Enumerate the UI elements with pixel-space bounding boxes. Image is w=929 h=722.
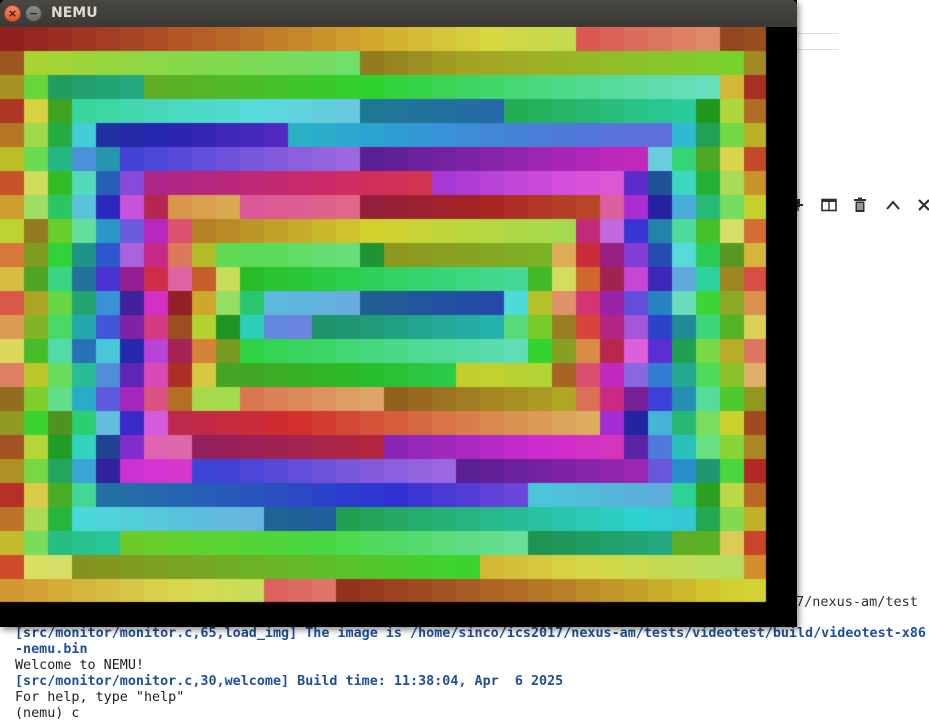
- close-icon: ×: [7, 7, 18, 20]
- window-close-button[interactable]: ×: [4, 5, 21, 22]
- close-icon[interactable]: [914, 195, 929, 215]
- video-test-screen[interactable]: [0, 27, 797, 627]
- terminal-output[interactable]: [src/monitor/monitor.c,65,load_img] The …: [15, 626, 929, 722]
- terminal-line: [src/monitor/monitor.c,65,load_img] The …: [15, 626, 926, 641]
- terminal-line: -nemu.bin: [15, 642, 88, 657]
- background-path-text: 7/nexus-am/test: [796, 594, 918, 610]
- background-divider: [796, 33, 838, 34]
- window-titlebar[interactable]: × − NEMU: [0, 0, 797, 27]
- terminal-line: (nemu) c: [15, 706, 80, 721]
- window-title: NEMU: [51, 5, 98, 21]
- minimize-icon: −: [28, 7, 39, 20]
- trash-icon[interactable]: [850, 195, 870, 215]
- background-divider: [796, 49, 838, 50]
- background-toolbar: [788, 191, 929, 219]
- nemu-window[interactable]: × − NEMU: [0, 0, 797, 627]
- split-view-icon[interactable]: [819, 195, 839, 215]
- chevron-up-icon[interactable]: [883, 195, 903, 215]
- terminal-line: Welcome to NEMU!: [15, 658, 144, 673]
- window-minimize-button[interactable]: −: [25, 5, 42, 22]
- terminal-line: For help, type "help": [15, 690, 185, 705]
- terminal-line: [src/monitor/monitor.c,30,welcome] Build…: [15, 674, 564, 689]
